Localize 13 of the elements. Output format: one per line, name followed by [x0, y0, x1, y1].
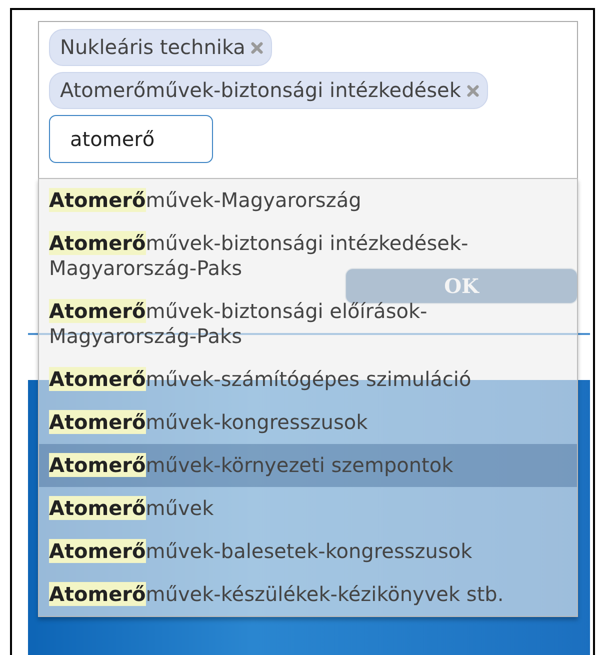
suggestion-item[interactable]: Atomerőművek-környezeti szempontok — [39, 444, 577, 487]
tag-label: Nukleáris technika — [60, 34, 246, 61]
remove-icon[interactable] — [251, 42, 264, 54]
tag-input-box[interactable]: Nukleáris technika Atomerőművek-biztonsági intézkedések atomerő — [38, 21, 578, 179]
tag-label: Atomerőművek-biztonsági intézkedések — [60, 77, 461, 104]
suggestion-item[interactable]: Atomerőművek — [39, 487, 577, 530]
suggestion-item[interactable]: Atomerőművek-készülékek-kézikönyvek stb. — [39, 573, 577, 616]
suggestion-item[interactable]: Atomerőművek-balesetek-kongresszusok — [39, 530, 577, 573]
remove-icon[interactable] — [466, 84, 479, 96]
suggestion-item[interactable]: Atomerőművek-kongresszusok — [39, 401, 577, 444]
search-input[interactable]: atomerő — [49, 115, 213, 163]
suggestion-item[interactable]: Atomerőművek-Magyarország — [39, 179, 577, 222]
suggestion-item[interactable]: Atomerőművek-számítógépes szimuláció — [39, 358, 577, 401]
